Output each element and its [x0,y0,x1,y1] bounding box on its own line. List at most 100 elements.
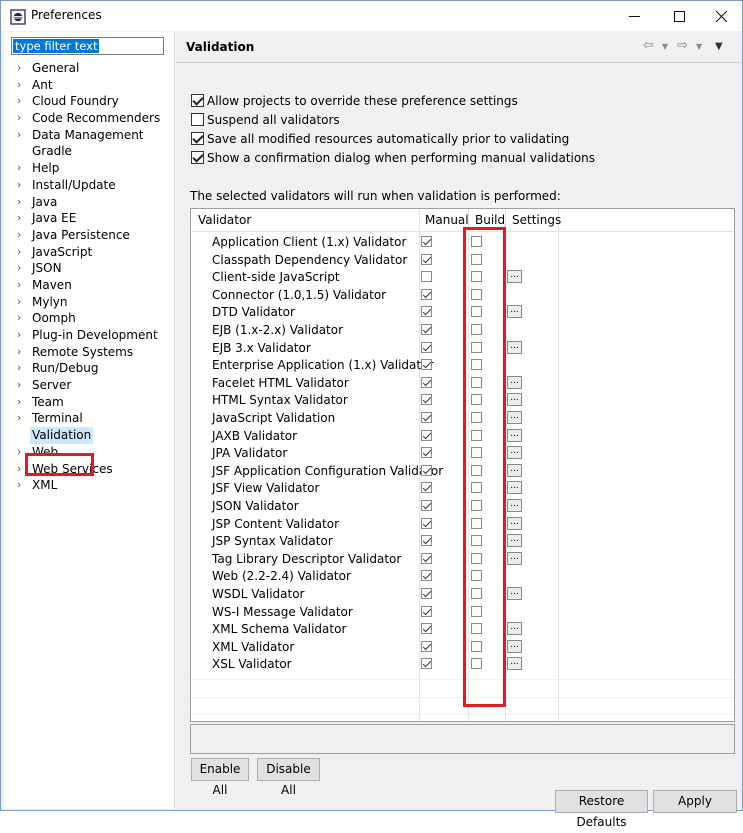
build-checkbox[interactable] [471,640,482,652]
chevron-right-icon[interactable]: › [17,227,27,243]
manual-checkbox[interactable] [421,429,432,441]
validator-row[interactable]: Application Client (1.x) Validator [191,233,734,251]
chevron-right-icon[interactable]: › [17,410,27,426]
build-checkbox[interactable] [471,517,482,529]
allow-override-checkbox[interactable] [191,94,204,107]
chevron-right-icon[interactable]: › [17,360,27,376]
validator-row[interactable]: XML Validator... [191,638,734,656]
manual-checkbox[interactable] [421,588,432,599]
tree-item[interactable]: › JSON [4,260,175,277]
chevron-right-icon[interactable]: › [17,477,27,493]
chevron-right-icon[interactable]: › [17,93,27,109]
validator-settings-button[interactable]: ... [507,463,522,477]
build-checkbox[interactable] [471,412,482,423]
validator-settings-button[interactable]: ... [507,657,522,671]
restore-defaults-button[interactable]: Restore Defaults [555,790,648,829]
tree-item[interactable]: › Maven [4,277,175,294]
validator-settings-button[interactable]: ... [507,446,522,460]
tree-item[interactable]: › Server [4,377,175,394]
validator-row[interactable]: Client-side JavaScript... [191,268,734,286]
tree-item[interactable]: Validation [4,427,175,444]
chevron-right-icon[interactable]: › [17,127,27,143]
build-checkbox[interactable] [471,588,482,599]
validator-row[interactable]: Classpath Dependency Validator [191,251,734,269]
chevron-right-icon[interactable]: › [17,110,27,126]
manual-checkbox[interactable] [421,552,432,564]
forward-icon[interactable]: ⇨ [677,38,688,53]
tree-item[interactable]: › Java [4,194,175,211]
build-checkbox[interactable] [471,482,482,494]
validator-row[interactable]: JSF Application Configuration Validator.… [191,462,734,480]
chevron-right-icon[interactable]: › [17,194,27,210]
build-checkbox[interactable] [471,623,482,635]
manual-checkbox[interactable] [421,306,432,318]
build-checkbox[interactable] [471,271,482,283]
save-resources-checkbox[interactable] [191,132,204,145]
validator-settings-button[interactable]: ... [507,375,522,389]
tree-item[interactable]: › Remote Systems [4,344,175,361]
column-manual[interactable]: Manual [425,213,469,227]
validator-row[interactable]: JAXB Validator... [191,427,734,445]
minimize-button[interactable] [611,1,657,31]
build-checkbox[interactable] [471,464,482,476]
manual-checkbox[interactable] [421,570,432,582]
validator-row[interactable]: Connector (1.0,1.5) Validator [191,286,734,304]
build-checkbox[interactable] [471,447,482,459]
tree-item[interactable]: › Run/Debug [4,360,175,377]
tree-item[interactable]: › Data Management [4,127,175,144]
tree-item[interactable]: › Web Services [4,461,175,478]
tree-item[interactable]: › Plug-in Development [4,327,175,344]
tree-item[interactable]: › Java EE [4,210,175,227]
manual-checkbox[interactable] [421,623,432,635]
manual-checkbox[interactable] [421,640,432,652]
validator-row[interactable]: WS-I Message Validator [191,603,734,621]
chevron-right-icon[interactable]: › [17,260,27,276]
tree-item[interactable]: › Help [4,160,175,177]
chevron-right-icon[interactable]: › [17,461,27,477]
chevron-right-icon[interactable]: › [17,60,27,76]
tree-item[interactable]: › Mylyn [4,294,175,311]
manual-checkbox[interactable] [421,482,432,494]
chevron-right-icon[interactable]: › [17,77,27,93]
allow-override-option[interactable]: Allow projects to override these prefere… [191,93,518,109]
tree-item[interactable]: › Code Recommenders [4,110,175,127]
tree-item[interactable]: Gradle [4,143,175,160]
manual-checkbox[interactable] [421,394,432,406]
enable-all-button[interactable]: Enable All [191,758,249,797]
manual-checkbox[interactable] [421,500,432,511]
validator-settings-button[interactable]: ... [507,622,522,636]
forward-menu-chevron-icon[interactable]: ▼ [696,42,702,51]
close-button[interactable] [698,1,743,31]
save-resources-option[interactable]: Save all modified resources automaticall… [191,131,569,147]
manual-checkbox[interactable] [421,253,432,265]
column-validator[interactable]: Validator [198,213,251,227]
chevron-right-icon[interactable]: › [17,294,27,310]
validator-row[interactable]: JSP Content Validator... [191,515,734,533]
tree-item[interactable]: › Install/Update [4,177,175,194]
validator-row[interactable]: XSL Validator... [191,655,734,673]
validator-row[interactable]: Web (2.2-2.4) Validator [191,567,734,585]
manual-checkbox[interactable] [421,464,432,476]
build-checkbox[interactable] [471,253,482,265]
column-build[interactable]: Build [475,213,505,227]
column-settings[interactable]: Settings [512,213,561,227]
validator-row[interactable]: WSDL Validator... [191,585,734,603]
manual-checkbox[interactable] [421,288,432,300]
view-menu-icon[interactable]: ▼ [715,41,723,52]
validator-settings-button[interactable]: ... [507,393,522,407]
validator-row[interactable]: JSON Validator... [191,497,734,515]
confirmation-dialog-option[interactable]: Show a confirmation dialog when performi… [191,150,595,166]
validator-row[interactable]: DTD Validator... [191,303,734,321]
tree-item[interactable]: › General [4,60,175,77]
build-checkbox[interactable] [471,552,482,564]
back-icon[interactable]: ⇦ [643,38,654,53]
validator-row[interactable]: JSP Syntax Validator... [191,532,734,550]
build-checkbox[interactable] [471,500,482,511]
chevron-right-icon[interactable]: › [17,394,27,410]
build-checkbox[interactable] [471,306,482,318]
chevron-right-icon[interactable]: › [17,177,27,193]
manual-checkbox[interactable] [421,658,432,670]
validator-settings-button[interactable]: ... [507,534,522,548]
build-checkbox[interactable] [471,658,482,670]
validator-row[interactable]: XML Schema Validator... [191,620,734,638]
